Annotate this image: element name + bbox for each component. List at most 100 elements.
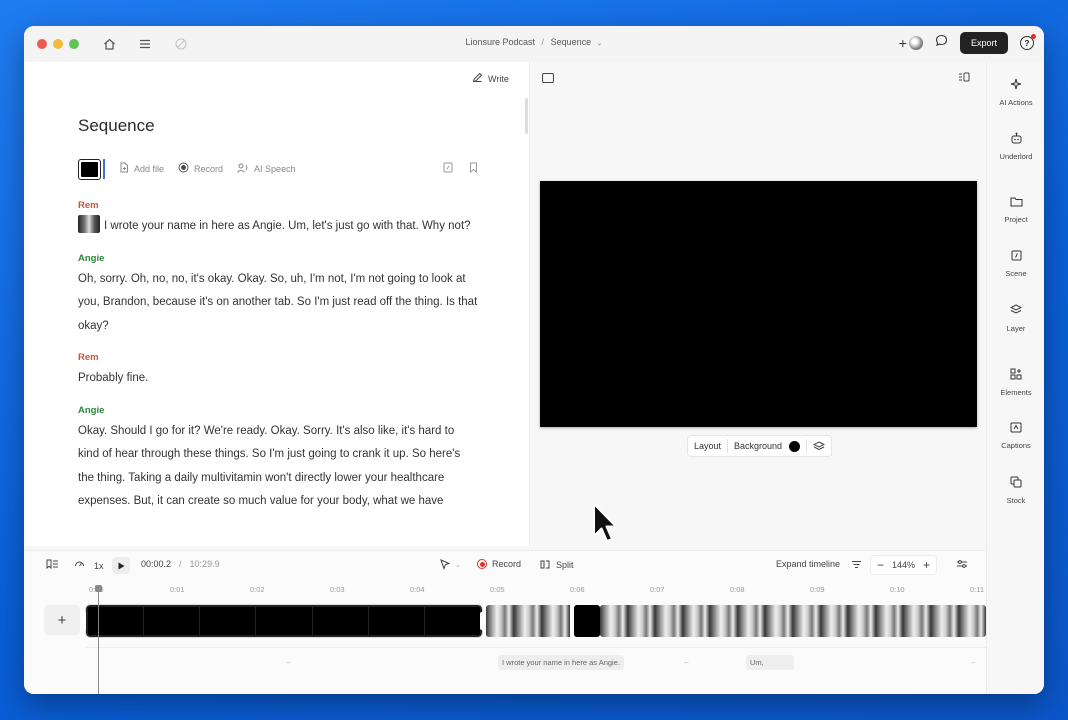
toggle-panel-icon[interactable]: [958, 72, 970, 85]
breadcrumb-sequence[interactable]: Sequence: [551, 37, 592, 47]
pointer-icon: [440, 559, 450, 570]
play-button[interactable]: [112, 557, 130, 574]
playhead[interactable]: [95, 585, 102, 694]
video-canvas[interactable]: [540, 181, 977, 427]
zoom-in-button[interactable]: +: [923, 558, 930, 572]
split-icon: [540, 560, 550, 569]
home-icon[interactable]: [101, 36, 117, 52]
chevron-down-icon[interactable]: ⌄: [597, 40, 603, 47]
clip-trim-handle-left[interactable]: [82, 612, 86, 630]
canvas-controls: Layout Background: [687, 435, 833, 457]
record-icon: [477, 559, 487, 569]
layout-button[interactable]: Layout: [688, 436, 727, 456]
avatar: [908, 36, 923, 50]
speaker-label[interactable]: Angie: [78, 405, 478, 416]
speaker-label[interactable]: Rem: [78, 352, 478, 363]
add-track-button[interactable]: +: [44, 605, 80, 635]
sidebar-item-ai-actions[interactable]: AI Actions: [987, 78, 1044, 107]
minimize-window-button[interactable]: [53, 39, 63, 49]
caption-chip[interactable]: Um,: [746, 655, 794, 670]
chapters-icon[interactable]: [46, 559, 59, 569]
zoom-out-button[interactable]: −: [877, 558, 884, 572]
caption-chip[interactable]: I wrote your name in here as Angie.: [498, 655, 624, 670]
zoom-window-button[interactable]: [69, 39, 79, 49]
sidebar-item-label: Captions: [1001, 441, 1031, 450]
transcript-text[interactable]: I wrote your name in here as Angie. Um, …: [104, 220, 471, 232]
background-button[interactable]: Background: [728, 436, 806, 456]
clip-trim-handle-right[interactable]: [480, 612, 484, 630]
write-mode-button[interactable]: Write: [472, 72, 509, 85]
timeline-clip[interactable]: [600, 605, 986, 637]
add-file-button[interactable]: Add file: [119, 162, 164, 176]
invite-collaborator-button[interactable]: +: [899, 35, 923, 51]
close-window-button[interactable]: [37, 39, 47, 49]
scene-thumbnail[interactable]: [78, 158, 101, 180]
timeline-clip-gap[interactable]: [574, 605, 600, 637]
split-button[interactable]: Split: [539, 559, 574, 570]
script-scene-icon[interactable]: [443, 162, 453, 176]
speaker-label[interactable]: Angie: [78, 253, 478, 264]
captions-track[interactable]: – I wrote your name in here as Angie. – …: [86, 647, 986, 670]
sidebar-item-scene[interactable]: Scene: [987, 250, 1044, 278]
help-button[interactable]: ?: [1020, 34, 1036, 50]
text-cursor: [103, 159, 105, 179]
script-scrollbar[interactable]: [525, 98, 528, 134]
breadcrumb-separator: /: [541, 37, 545, 47]
transcript-paragraph[interactable]: Oh, sorry. Oh, no, no, it's okay. Okay. …: [78, 268, 478, 339]
sidebar-item-layer[interactable]: Layer: [987, 304, 1044, 333]
write-label: Write: [488, 73, 509, 84]
bookmark-icon[interactable]: [469, 162, 478, 176]
mouse-cursor-icon: [592, 502, 618, 549]
aspect-ratio-icon[interactable]: [542, 73, 554, 83]
elements-icon: [987, 368, 1044, 383]
timeline-settings-icon[interactable]: [956, 559, 968, 569]
comment-icon[interactable]: [935, 34, 948, 52]
breadcrumb-project[interactable]: Lionsure Podcast: [465, 37, 535, 47]
expand-timeline-label: Expand timeline: [776, 559, 841, 569]
background-label: Background: [734, 441, 783, 451]
timeline-ruler[interactable]: 0:00 0:01 0:02 0:03 0:04 0:05 0:06 0:07 …: [89, 585, 986, 599]
sidebar-item-underlord[interactable]: Underlord: [987, 132, 1044, 161]
export-button[interactable]: Export: [959, 32, 1008, 54]
sidebar-item-stock[interactable]: Stock: [987, 476, 1044, 505]
caption-gap: –: [684, 658, 689, 667]
timeline-clip-selected[interactable]: [85, 604, 483, 638]
timeline-clip[interactable]: [486, 605, 574, 637]
sidebar-item-elements[interactable]: Elements: [987, 368, 1044, 397]
script-editor[interactable]: Write Sequence Add file Record AI Speech…: [24, 62, 529, 546]
layers-icon[interactable]: [807, 436, 831, 456]
timeline: 1x 00:00.2 / 10:29.9 ⌄ Record Split Expa…: [24, 550, 986, 694]
ruler-tick: 0:07: [650, 585, 665, 594]
caption-gap: –: [286, 658, 291, 667]
select-tool-button[interactable]: ⌄: [440, 559, 461, 570]
caption-gap: –: [971, 658, 976, 667]
zoom-control: − 144% +: [870, 555, 938, 575]
page-title[interactable]: Sequence: [78, 116, 155, 136]
ai-speech-button[interactable]: AI Speech: [237, 163, 296, 176]
captions-icon: [987, 422, 1044, 436]
timeline-record-button[interactable]: Record: [477, 559, 521, 569]
menu-icon[interactable]: [137, 36, 153, 52]
ai-speech-label: AI Speech: [254, 164, 296, 174]
sidebar-item-project[interactable]: Project: [987, 196, 1044, 224]
transcript[interactable]: Rem I wrote your name in here as Angie. …: [78, 200, 478, 528]
transcript-paragraph[interactable]: Probably fine.: [78, 367, 478, 391]
speaker-label[interactable]: Rem: [78, 200, 478, 211]
transcript-paragraph[interactable]: I wrote your name in here as Angie. Um, …: [78, 215, 478, 239]
plus-icon: +: [898, 35, 907, 51]
playback-speed-button[interactable]: 1x: [74, 559, 104, 572]
sidebar-item-label: Layer: [1006, 324, 1026, 333]
title-bar: Lionsure Podcast / Sequence ⌄ + Export ?: [24, 26, 1044, 62]
stock-icon: [987, 476, 1044, 491]
play-icon: [112, 557, 130, 574]
zoom-level: 144%: [892, 560, 916, 570]
clip-thumbnail[interactable]: [78, 215, 100, 233]
robot-icon: [987, 132, 1044, 147]
video-track[interactable]: [82, 604, 986, 639]
playback-speed: 1x: [94, 560, 104, 571]
transcript-paragraph[interactable]: Okay. Should I go for it? We're ready. O…: [78, 420, 478, 514]
notification-badge: [1031, 34, 1036, 39]
record-button[interactable]: Record: [178, 162, 223, 176]
expand-timeline-button[interactable]: Expand timeline: [776, 559, 862, 569]
sidebar-item-captions[interactable]: Captions: [987, 422, 1044, 450]
